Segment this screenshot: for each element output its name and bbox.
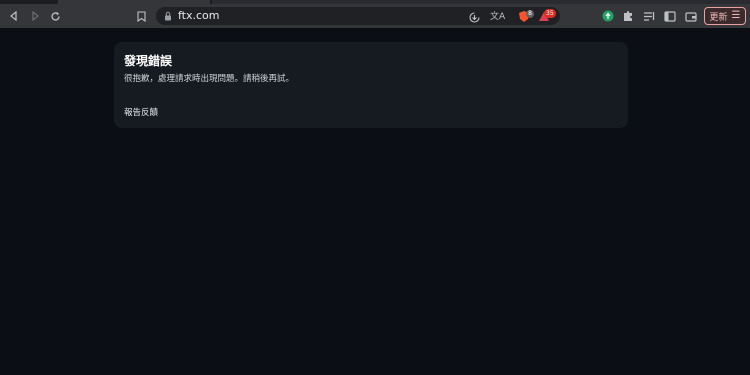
back-button[interactable] [6,8,22,24]
error-card: 發現錯誤 很抱歉，處理請求時出現問題。請稍後再試。 報告反饋 [114,42,628,128]
reading-list-icon [644,11,655,21]
bookmark-button[interactable] [133,8,149,24]
translate-icon: 文A [490,12,506,22]
back-arrow-icon [10,11,17,21]
error-title: 發現錯誤 [124,54,173,68]
translate-button[interactable]: 文A [490,9,505,22]
update-label: 更新 [709,12,728,23]
page-content: 發現錯誤 很抱歉，處理請求時出現問題。請稍後再試。 報告反饋 [0,28,750,375]
forward-arrow-icon [32,11,39,21]
sidebar-button[interactable] [662,8,678,24]
reload-icon [50,11,60,21]
bookmark-icon [136,10,146,22]
sidebar-icon [664,10,676,22]
hamburger-menu-icon: ☰ [731,10,741,21]
error-message: 很抱歉，處理請求時出現問題。請稍後再試。 [124,74,295,84]
update-button[interactable]: 更新 ☰ [704,7,746,25]
lock-icon [165,11,171,21]
rewards-badge: 35 [544,9,556,18]
address-bar[interactable]: ftx.com 文A [156,7,560,25]
wallet-button[interactable] [683,8,699,24]
browser-toolbar: ftx.com 文A 8 35 更新 ☰ [0,4,750,28]
extensions-button[interactable] [620,8,636,24]
install-app-icon [469,12,480,23]
forward-button[interactable] [27,8,43,24]
url-text[interactable]: ftx.com [178,9,220,23]
shield-badge: 8 [526,10,534,18]
report-feedback-link[interactable]: 報告反饋 [124,106,158,118]
extension-icon [602,10,614,22]
extension-button[interactable] [600,8,616,24]
install-app-button[interactable] [468,9,481,28]
reading-list-button[interactable] [641,8,657,24]
wallet-icon [685,11,697,22]
reload-button[interactable] [47,8,63,24]
puzzle-icon [624,11,632,21]
